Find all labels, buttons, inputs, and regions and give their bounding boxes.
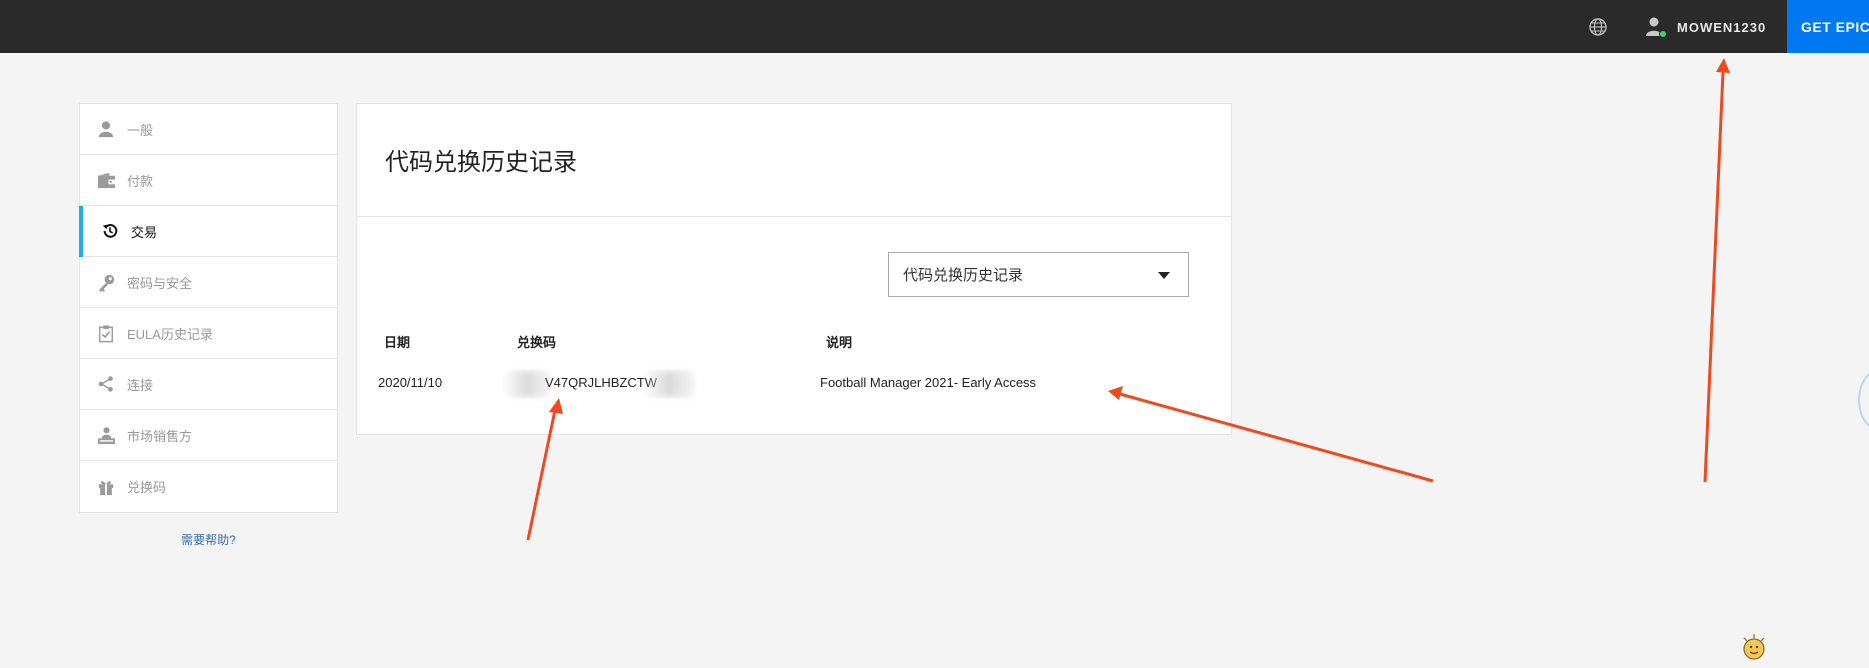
account-sidebar: 一般 付款 交易 密码与安全 EULA历史记录 连接 市场销售方 兑换码 bbox=[79, 103, 338, 513]
floating-widget-edge[interactable] bbox=[1858, 370, 1869, 430]
watermark-logo-icon bbox=[1743, 634, 1765, 660]
wallet-icon bbox=[95, 169, 117, 191]
get-epic-button[interactable]: GET EPIC G bbox=[1787, 0, 1869, 53]
history-icon bbox=[99, 220, 121, 242]
row-date: 2020/11/10 bbox=[378, 375, 443, 390]
sidebar-item-label: 付款 bbox=[127, 173, 154, 189]
select-value: 代码兑换历史记录 bbox=[903, 267, 1024, 284]
sidebar-item-label: 交易 bbox=[131, 224, 158, 240]
sidebar-item-redeem-code[interactable]: 兑换码 bbox=[80, 461, 337, 512]
online-status-dot bbox=[1659, 30, 1667, 38]
help-link[interactable]: 需要帮助? bbox=[79, 531, 338, 548]
history-type-select[interactable]: 代码兑换历史记录 bbox=[888, 252, 1189, 297]
gift-icon bbox=[95, 476, 117, 498]
sidebar-item-payment[interactable]: 付款 bbox=[80, 155, 337, 206]
row-description: Football Manager 2021- Early Access bbox=[820, 375, 1037, 390]
person-icon bbox=[95, 118, 117, 140]
sidebar-item-transactions[interactable]: 交易 bbox=[79, 206, 337, 257]
sidebar-item-label: 密码与安全 bbox=[127, 275, 193, 291]
sidebar-item-label: 连接 bbox=[127, 377, 154, 393]
sidebar-item-eula-history[interactable]: EULA历史记录 bbox=[80, 308, 337, 359]
sidebar-item-connections[interactable]: 连接 bbox=[80, 359, 337, 410]
sidebar-item-label: EULA历史记录 bbox=[127, 326, 213, 342]
vendor-icon bbox=[95, 424, 117, 446]
card-divider bbox=[357, 216, 1231, 217]
sidebar-item-label: 兑换码 bbox=[127, 480, 167, 495]
column-header-code: 兑换码 bbox=[517, 335, 557, 350]
user-menu[interactable]: MOWEN1230 bbox=[1645, 14, 1766, 40]
column-header-description: 说明 bbox=[826, 335, 853, 350]
column-header-date: 日期 bbox=[384, 335, 411, 350]
redeem-history-card: 代码兑换历史记录 代码兑换历史记录 日期 兑换码 说明 2020/11/10 V… bbox=[356, 103, 1232, 435]
code-redaction-right bbox=[643, 371, 695, 397]
user-avatar-icon bbox=[1645, 16, 1667, 38]
sidebar-item-label: 一般 bbox=[127, 122, 154, 138]
page-title: 代码兑换历史记录 bbox=[385, 149, 577, 176]
code-redaction-left bbox=[503, 371, 551, 397]
arrow-to-username bbox=[1703, 58, 1730, 483]
username-label: MOWEN1230 bbox=[1677, 19, 1767, 35]
key-icon bbox=[95, 271, 117, 293]
sidebar-item-password-security[interactable]: 密码与安全 bbox=[80, 257, 337, 308]
row-code: V47QRJLHBZCTW bbox=[545, 375, 657, 390]
share-icon bbox=[95, 373, 117, 395]
clipboard-check-icon bbox=[95, 322, 117, 344]
sidebar-item-marketplace-seller[interactable]: 市场销售方 bbox=[80, 410, 337, 461]
globe-icon[interactable] bbox=[1587, 16, 1609, 38]
chevron-down-icon bbox=[1158, 272, 1170, 279]
sidebar-item-general[interactable]: 一般 bbox=[80, 104, 337, 155]
top-nav-bar: MOWEN1230 GET EPIC G bbox=[0, 0, 1869, 53]
sidebar-item-label: 市场销售方 bbox=[127, 428, 193, 444]
